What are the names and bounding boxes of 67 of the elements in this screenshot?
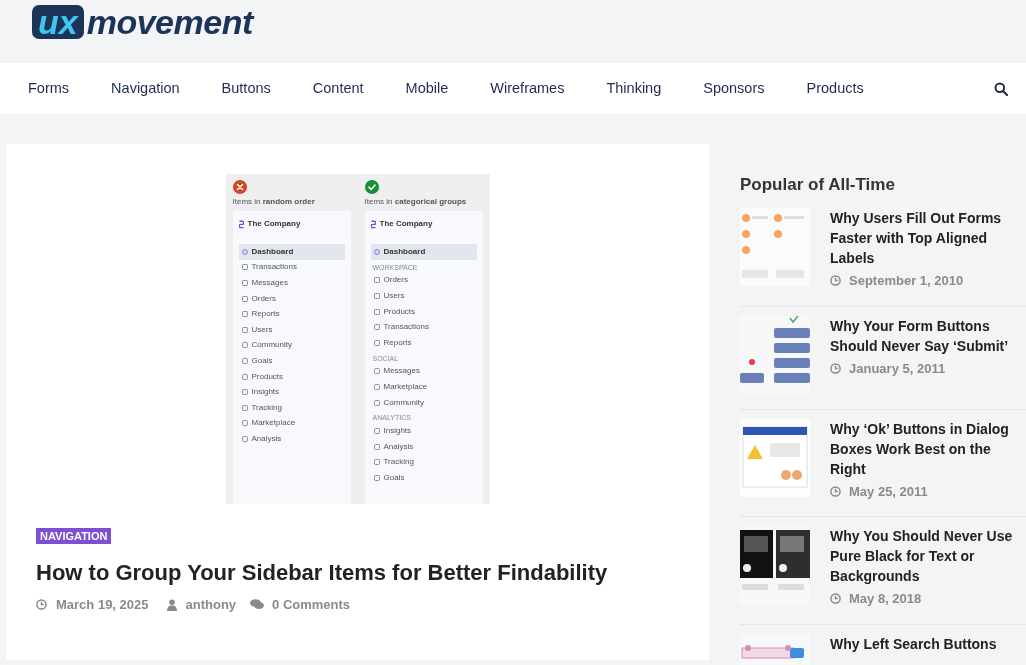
nav-item[interactable]: Dashboard bbox=[238, 244, 345, 260]
post-date: March 19, 2025 bbox=[56, 596, 149, 614]
post-date: September 1, 2010 bbox=[849, 272, 964, 290]
figure-caption: Items in categorical groups bbox=[364, 197, 468, 207]
check-icon bbox=[364, 180, 379, 194]
nav-item[interactable]: Marketplace bbox=[370, 379, 477, 395]
nav-link[interactable]: Forms bbox=[28, 77, 70, 100]
post-link[interactable]: Why ‘Ok’ Buttons in Dialog Boxes Work Best on the Right bbox=[830, 418, 1020, 479]
clock-icon bbox=[36, 599, 47, 611]
logo-wordmark[interactable]: movement bbox=[86, 5, 253, 39]
clock-icon bbox=[830, 485, 841, 497]
sidebar-heading: Popular of All-Time bbox=[740, 174, 896, 196]
nav-item[interactable]: Dashboard bbox=[370, 244, 477, 260]
nav-link[interactable]: Wireframes bbox=[490, 77, 565, 100]
cross-icon bbox=[232, 180, 247, 194]
nav-item[interactable]: Analysis bbox=[370, 438, 477, 455]
clock-icon bbox=[830, 362, 841, 374]
post-link[interactable]: Why You Should Never Use Pure Black for Text or Backgrounds bbox=[830, 526, 1020, 586]
user-icon bbox=[166, 598, 177, 611]
circle-icon bbox=[241, 248, 248, 255]
nav-item[interactable]: Messages bbox=[238, 275, 345, 291]
clock-icon bbox=[830, 275, 841, 287]
post-date: May 8, 2018 bbox=[849, 590, 922, 608]
nav-item[interactable]: Messages bbox=[370, 363, 477, 380]
figure-caption: Items in random order bbox=[232, 197, 316, 207]
nav-item[interactable]: Goals bbox=[370, 470, 477, 486]
nav-item[interactable]: Reports bbox=[238, 306, 345, 322]
brand-name: The Company bbox=[379, 218, 433, 230]
nav-item[interactable]: Marketplace bbox=[238, 415, 345, 432]
nav-item[interactable]: Products bbox=[238, 368, 345, 385]
nav-link[interactable]: Mobile bbox=[405, 77, 449, 100]
post-link[interactable]: Why Users Fill Out Forms Faster with Top Aligned Labels bbox=[830, 208, 1020, 268]
clock-icon bbox=[830, 593, 841, 605]
nav-item[interactable]: Tracking bbox=[370, 454, 477, 471]
nav-link[interactable]: Navigation bbox=[111, 77, 180, 100]
nav-item[interactable]: Orders bbox=[238, 290, 345, 307]
nav-item[interactable]: Transactions bbox=[238, 259, 345, 276]
nav-item[interactable]: Transactions bbox=[370, 319, 477, 335]
nav-link[interactable]: Thinking bbox=[606, 77, 662, 100]
circle-icon bbox=[373, 248, 380, 255]
nav-item[interactable]: Users bbox=[370, 288, 477, 304]
post-title[interactable]: How to Group Your Sidebar Items for Better Findability bbox=[36, 559, 679, 587]
nav-item[interactable]: Community bbox=[238, 337, 345, 354]
brand-name: The Company bbox=[247, 218, 301, 230]
nav-item[interactable]: Insights bbox=[370, 423, 477, 439]
logo-mark[interactable]: ux bbox=[32, 5, 84, 39]
comments-link[interactable]: 0 Comments bbox=[272, 595, 351, 615]
nav-item[interactable]: Analysis bbox=[238, 431, 345, 447]
nav-link[interactable]: Content bbox=[312, 77, 364, 100]
nav-link[interactable]: Buttons bbox=[221, 77, 271, 100]
nav-item[interactable]: Goals bbox=[238, 353, 345, 369]
category-tag[interactable]: NAVIGATION bbox=[36, 528, 112, 544]
nav-item[interactable]: Products bbox=[370, 303, 477, 320]
nav-link[interactable]: Products bbox=[806, 77, 864, 100]
nav-link[interactable]: Sponsors bbox=[703, 77, 765, 100]
nav-item[interactable]: Orders bbox=[370, 272, 477, 289]
comments-icon bbox=[250, 599, 265, 611]
search-icon[interactable] bbox=[994, 81, 1008, 96]
nav-item[interactable]: Reports bbox=[370, 334, 477, 351]
nav-item[interactable]: Insights bbox=[238, 384, 345, 400]
post-date: May 25, 2011 bbox=[849, 482, 928, 501]
post-date: January 5, 2011 bbox=[849, 359, 946, 378]
post-link[interactable]: Why Left Search Buttons bbox=[830, 633, 1020, 654]
nav-item[interactable]: Users bbox=[238, 321, 345, 338]
nav-item[interactable]: Tracking bbox=[238, 399, 345, 416]
nav-item[interactable]: Community bbox=[370, 394, 477, 411]
post-link[interactable]: Why Your Form Buttons Should Never Say ‘Submit’ bbox=[830, 315, 1020, 356]
